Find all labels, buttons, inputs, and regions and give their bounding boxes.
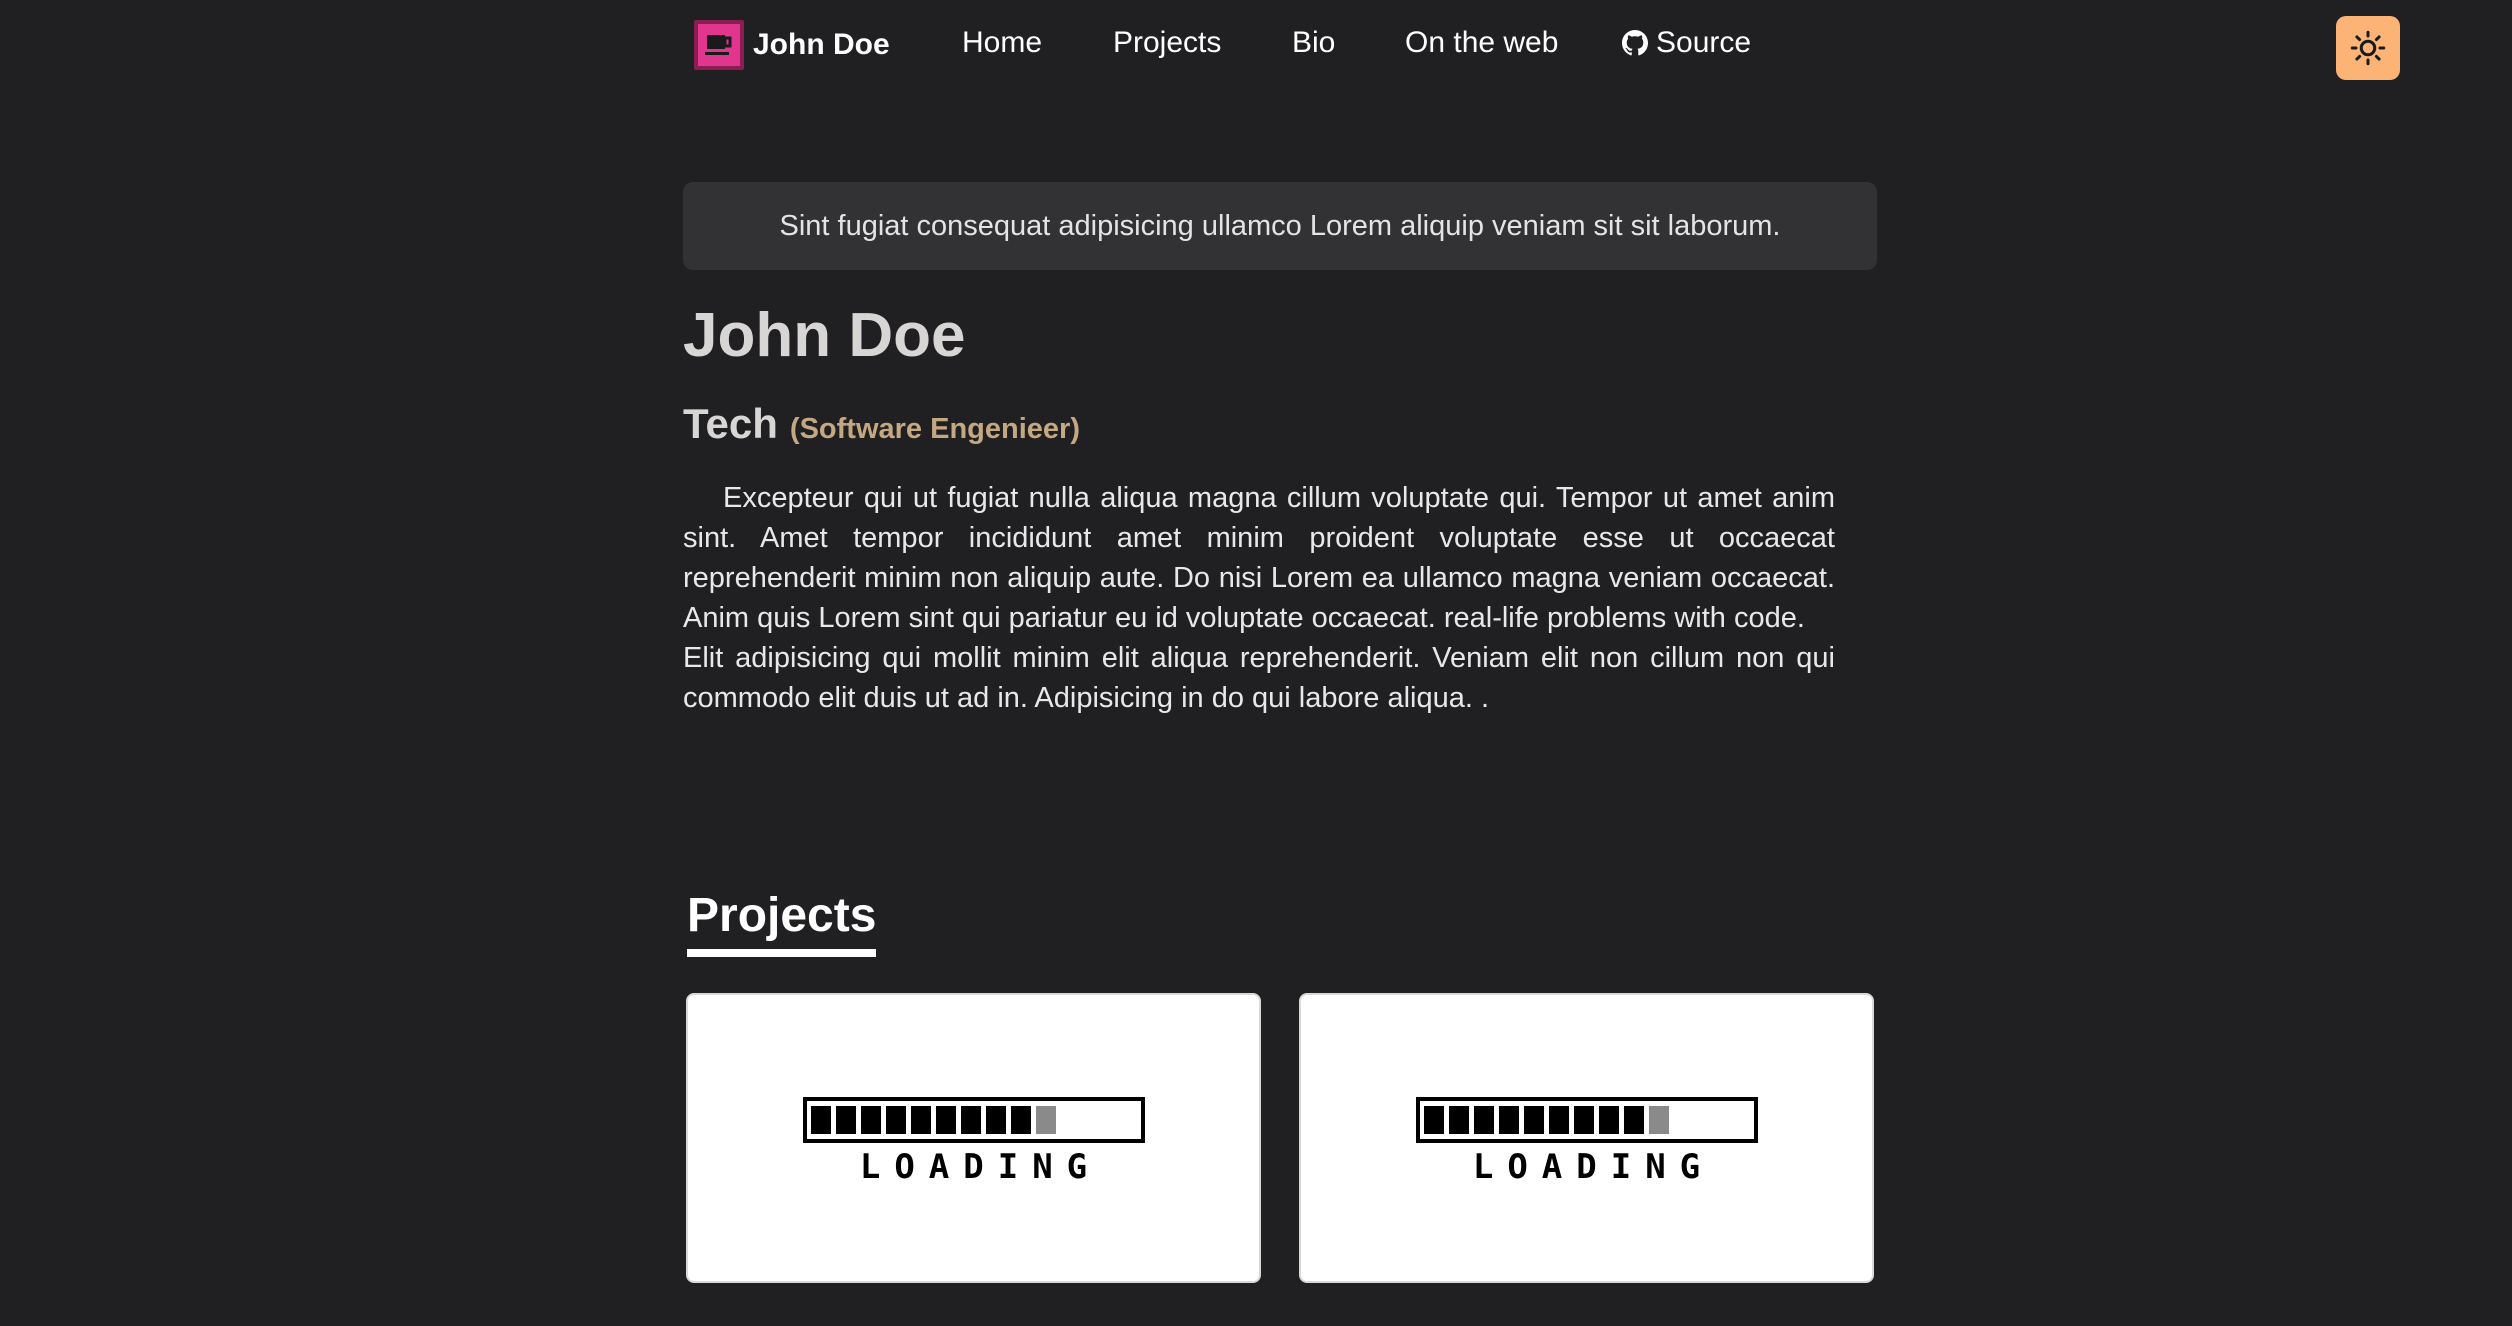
loading-bar [802,1097,1145,1143]
projects-heading: Projects [687,888,877,957]
loading-label: LOADING [1472,1147,1715,1187]
announcement-text: Sint fugiat consequat adipisicing ullamc… [779,209,1781,242]
announcement-banner: Sint fugiat consequat adipisicing ullamc… [683,182,1877,270]
profile-name: John Doe [683,301,966,370]
nav-link-source-label: Source [1656,26,1752,59]
project-card[interactable]: LOADING [1299,993,1874,1283]
theme-toggle-button[interactable] [2336,16,2400,80]
role-title: Tech [683,400,778,447]
nav-link-source[interactable]: Source [1622,26,1751,60]
profile-role: Tech (Software Engenieer) [683,400,1080,448]
project-card[interactable]: LOADING [686,993,1261,1283]
role-detail: (Software Engenieer) [789,413,1080,445]
loading-label: LOADING [859,1147,1102,1187]
bio-paragraph-1: Excepteur qui ut fugiat nulla aliqua mag… [683,482,1835,634]
brand-logo-link[interactable]: John Doe [694,20,890,70]
nav-link-on-the-web[interactable]: On the web [1405,26,1558,60]
bio-text: Excepteur qui ut fugiat nulla aliqua mag… [683,478,1835,718]
navbar: John Doe Home Projects Bio On the web So… [0,0,2512,92]
loading-bar [1415,1097,1758,1143]
loading-indicator: LOADING [1415,1097,1758,1187]
sun-icon [2350,30,2386,66]
nav-link-bio[interactable]: Bio [1292,26,1335,60]
loading-indicator: LOADING [802,1097,1145,1187]
nav-link-projects[interactable]: Projects [1113,26,1221,60]
bio-paragraph-2: Elit adipisicing qui mollit minim elit a… [683,642,1835,714]
coffee-cup-icon [694,20,744,70]
github-icon [1622,30,1648,56]
nav-link-home[interactable]: Home [962,26,1042,60]
brand-name: John Doe [753,28,890,61]
